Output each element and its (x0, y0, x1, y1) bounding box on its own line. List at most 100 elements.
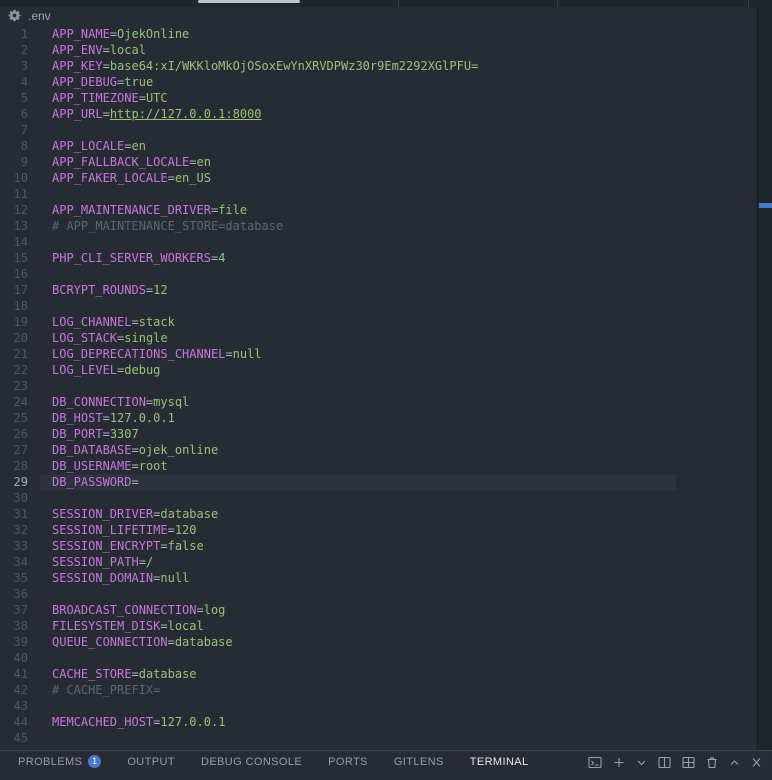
code-line[interactable]: 2APP_ENV=local (0, 42, 757, 58)
editor[interactable]: 1APP_NAME=OjekOnline2APP_ENV=local3APP_K… (0, 26, 757, 746)
code-line[interactable]: 16 (0, 266, 757, 282)
code-line[interactable]: 7 (0, 122, 757, 138)
line-number[interactable]: 40 (0, 650, 28, 666)
code-line[interactable]: 10APP_FAKER_LOCALE=en_US (0, 170, 757, 186)
line-number[interactable]: 24 (0, 394, 28, 410)
code-line[interactable]: 38FILESYSTEM_DISK=local (0, 618, 757, 634)
breadcrumb[interactable]: .env (8, 7, 51, 24)
line-number[interactable]: 16 (0, 266, 28, 282)
line-number[interactable]: 7 (0, 122, 28, 138)
line-number[interactable]: 18 (0, 298, 28, 314)
line-number[interactable]: 26 (0, 426, 28, 442)
line-number[interactable]: 29 (0, 474, 28, 490)
code-line[interactable]: 17BCRYPT_ROUNDS=12 (0, 282, 757, 298)
panel-tab-gitlens[interactable]: GITLENS (394, 756, 444, 768)
code-line-current[interactable]: 29DB_PASSWORD= (0, 474, 757, 490)
chevron-up-icon[interactable] (729, 756, 740, 769)
line-number[interactable]: 8 (0, 138, 28, 154)
line-number[interactable]: 41 (0, 666, 28, 682)
code-line[interactable]: 26DB_PORT=3307 (0, 426, 757, 442)
line-number[interactable]: 22 (0, 362, 28, 378)
code-line[interactable]: 33SESSION_ENCRYPT=false (0, 538, 757, 554)
trash-icon[interactable] (706, 756, 718, 769)
line-number[interactable]: 15 (0, 250, 28, 266)
code-line[interactable]: 27DB_DATABASE=ojek_online (0, 442, 757, 458)
line-number[interactable]: 31 (0, 506, 28, 522)
line-number[interactable]: 25 (0, 410, 28, 426)
code-line[interactable]: 5APP_TIMEZONE=UTC (0, 90, 757, 106)
code-line[interactable]: 1APP_NAME=OjekOnline (0, 26, 757, 42)
code-line[interactable]: 45 (0, 730, 757, 746)
code-line[interactable]: 8APP_LOCALE=en (0, 138, 757, 154)
line-number[interactable]: 3 (0, 58, 28, 74)
line-number[interactable]: 12 (0, 202, 28, 218)
code-line[interactable]: 24DB_CONNECTION=mysql (0, 394, 757, 410)
scrollbar-track[interactable] (757, 7, 772, 750)
line-number[interactable]: 27 (0, 442, 28, 458)
code-line[interactable]: 36 (0, 586, 757, 602)
line-number[interactable]: 20 (0, 330, 28, 346)
tab-scrollbar[interactable] (198, 0, 300, 3)
line-number[interactable]: 9 (0, 154, 28, 170)
line-number[interactable]: 37 (0, 602, 28, 618)
code-line[interactable]: 37BROADCAST_CONNECTION=log (0, 602, 757, 618)
new-terminal-icon[interactable] (613, 756, 625, 769)
code-line[interactable]: 44MEMCACHED_HOST=127.0.0.1 (0, 714, 757, 730)
line-number[interactable]: 2 (0, 42, 28, 58)
line-number[interactable]: 14 (0, 234, 28, 250)
code-line[interactable]: 23 (0, 378, 757, 394)
code-line[interactable]: 6APP_URL=http://127.0.0.1:8000 (0, 106, 757, 122)
grid-icon[interactable] (682, 756, 695, 769)
panel-tab-problems[interactable]: PROBLEMS1 (18, 756, 101, 768)
line-number[interactable]: 43 (0, 698, 28, 714)
code-line[interactable]: 11 (0, 186, 757, 202)
code-line[interactable]: 31SESSION_DRIVER=database (0, 506, 757, 522)
code-line[interactable]: 18 (0, 298, 757, 314)
line-number[interactable]: 45 (0, 730, 28, 746)
line-number[interactable]: 32 (0, 522, 28, 538)
line-number[interactable]: 36 (0, 586, 28, 602)
breadcrumb-file-name[interactable]: .env (28, 9, 51, 23)
line-number[interactable]: 21 (0, 346, 28, 362)
panel-tab-output[interactable]: OUTPUT (127, 756, 175, 768)
code-line[interactable]: 30 (0, 490, 757, 506)
line-number[interactable]: 44 (0, 714, 28, 730)
code-line[interactable]: 39QUEUE_CONNECTION=database (0, 634, 757, 650)
code-line[interactable]: 21LOG_DEPRECATIONS_CHANNEL=null (0, 346, 757, 362)
close-icon[interactable] (751, 756, 762, 769)
code-line[interactable]: 42# CACHE_PREFIX= (0, 682, 757, 698)
code-line[interactable]: 43 (0, 698, 757, 714)
line-number[interactable]: 39 (0, 634, 28, 650)
line-number[interactable]: 33 (0, 538, 28, 554)
code-line[interactable]: 20LOG_STACK=single (0, 330, 757, 346)
code-line[interactable]: 41CACHE_STORE=database (0, 666, 757, 682)
line-number[interactable]: 10 (0, 170, 28, 186)
code-line[interactable]: 15PHP_CLI_SERVER_WORKERS=4 (0, 250, 757, 266)
code-line[interactable]: 3APP_KEY=base64:xI/WKKloMkOjOSoxEwYnXRVD… (0, 58, 757, 74)
line-number[interactable]: 35 (0, 570, 28, 586)
line-number[interactable]: 23 (0, 378, 28, 394)
terminal-icon[interactable] (588, 756, 602, 769)
line-number[interactable]: 17 (0, 282, 28, 298)
line-number[interactable]: 4 (0, 74, 28, 90)
panel-tab-terminal[interactable]: TERMINAL (470, 756, 529, 768)
chevron-down-icon[interactable] (636, 756, 647, 769)
line-number[interactable]: 5 (0, 90, 28, 106)
line-number[interactable]: 42 (0, 682, 28, 698)
split-terminal-icon[interactable] (658, 756, 671, 769)
line-number[interactable]: 38 (0, 618, 28, 634)
panel-tab-debug-console[interactable]: DEBUG CONSOLE (201, 756, 302, 768)
code-line[interactable]: 22LOG_LEVEL=debug (0, 362, 757, 378)
code-line[interactable]: 19LOG_CHANNEL=stack (0, 314, 757, 330)
code-line[interactable]: 40 (0, 650, 757, 666)
code-line[interactable]: 9APP_FALLBACK_LOCALE=en (0, 154, 757, 170)
line-number[interactable]: 6 (0, 106, 28, 122)
line-number[interactable]: 34 (0, 554, 28, 570)
panel-tab-ports[interactable]: PORTS (328, 756, 368, 768)
line-number[interactable]: 1 (0, 26, 28, 42)
code-line[interactable]: 28DB_USERNAME=root (0, 458, 757, 474)
code-line[interactable]: 35SESSION_DOMAIN=null (0, 570, 757, 586)
line-number[interactable]: 19 (0, 314, 28, 330)
line-number[interactable]: 30 (0, 490, 28, 506)
code-line[interactable]: 34SESSION_PATH=/ (0, 554, 757, 570)
